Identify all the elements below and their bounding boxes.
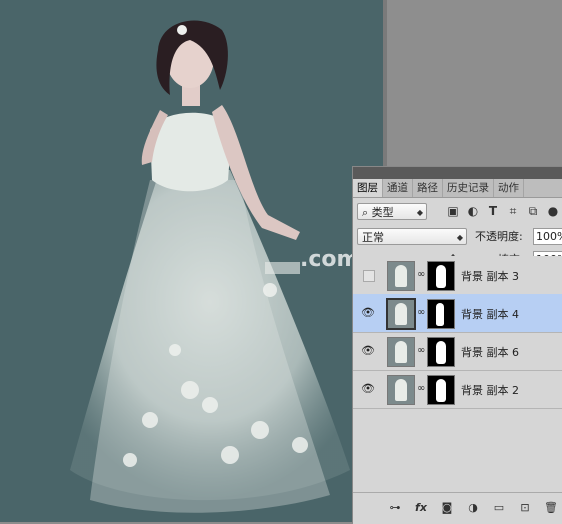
layer-row-selected[interactable]: 👁︎ ∞ 背景 副本 4 [353, 294, 562, 333]
trash-icon[interactable]: 🗑︎ [543, 501, 559, 515]
eye-icon[interactable]: 👁︎ [361, 306, 375, 320]
tab-channels[interactable]: 通道 [383, 179, 413, 197]
layers-panel: 图层 通道 路径 历史记录 动作 ⌕ 类型 ◆ ▣ ◐ T ⌗ ⧉ ● 正常 ◆ 不… [352, 166, 562, 524]
eye-icon[interactable]: 👁︎ [361, 382, 375, 396]
eye-icon[interactable]: 👁︎ [361, 344, 375, 358]
tab-paths[interactable]: 路径 [413, 179, 443, 197]
layer-list[interactable]: ∞ 背景 副本 3 👁︎ ∞ 背景 副本 4 👁︎ ∞ 背景 副本 6 👁︎ ∞… [353, 256, 562, 492]
layer-mask-thumbnail[interactable] [427, 375, 455, 405]
layer-row[interactable]: ∞ 背景 副本 3 [353, 256, 562, 295]
document-canvas[interactable]: .com [0, 0, 383, 522]
tab-actions[interactable]: 动作 [494, 179, 524, 197]
adjustment-layer-icon[interactable]: ◑ [465, 501, 481, 515]
layer-mask-thumbnail[interactable] [427, 299, 455, 329]
layer-thumbnail[interactable] [387, 337, 415, 367]
opacity-input[interactable]: 100% [533, 228, 562, 245]
filter-smart-object-icon[interactable]: ⧉ [525, 203, 541, 219]
filter-row: ⌕ 类型 ◆ ▣ ◐ T ⌗ ⧉ ● [353, 198, 562, 224]
filter-shape-icon[interactable]: ⌗ [505, 203, 521, 219]
layer-name[interactable]: 背景 副本 4 [461, 306, 519, 322]
layer-name[interactable]: 背景 副本 3 [461, 268, 519, 284]
tab-history[interactable]: 历史记录 [443, 179, 494, 197]
visibility-toggle-off[interactable] [363, 270, 375, 282]
filter-toggle-icon[interactable]: ● [545, 203, 561, 219]
filter-pixel-icon[interactable]: ▣ [445, 203, 461, 219]
opacity-label: 不透明度: [475, 230, 523, 243]
search-icon: ⌕ [362, 206, 372, 219]
new-layer-icon[interactable]: ⊡ [517, 501, 533, 515]
link-layers-icon[interactable]: ⊶ [387, 501, 403, 515]
layer-thumbnail[interactable] [387, 261, 415, 291]
chain-link-icon[interactable]: ∞ [417, 269, 425, 280]
layer-name[interactable]: 背景 副本 6 [461, 344, 519, 360]
chain-link-icon[interactable]: ∞ [417, 307, 425, 318]
tab-layers[interactable]: 图层 [353, 179, 383, 197]
filter-type-icon[interactable]: T [485, 203, 501, 219]
filter-type-label: 类型 [371, 206, 394, 219]
layer-thumbnail[interactable] [387, 375, 415, 405]
add-mask-icon[interactable]: ◙ [439, 501, 455, 515]
panel-grip[interactable] [353, 167, 562, 179]
filter-type-select[interactable]: ⌕ 类型 ◆ [357, 203, 427, 220]
new-group-icon[interactable]: ▭ [491, 501, 507, 515]
chain-link-icon[interactable]: ∞ [417, 383, 425, 394]
photo-bride: .com [70, 20, 359, 513]
chain-link-icon[interactable]: ∞ [417, 345, 425, 356]
layers-toolbar: ⊶ fx ◙ ◑ ▭ ⊡ 🗑︎ [353, 492, 562, 524]
blend-row: 正常◆ 不透明度: 100% [353, 224, 562, 250]
layer-mask-thumbnail[interactable] [427, 261, 455, 291]
blend-mode-select[interactable]: 正常 ◆ [357, 228, 467, 245]
watermark-text: .com [300, 247, 359, 272]
filter-adjustment-icon[interactable]: ◐ [465, 203, 481, 219]
layer-name[interactable]: 背景 副本 2 [461, 382, 519, 398]
blend-mode-value: 正常 [362, 231, 384, 244]
layer-thumbnail[interactable] [386, 298, 416, 330]
layer-row[interactable]: 👁︎ ∞ 背景 副本 2 [353, 370, 562, 409]
layer-row[interactable]: 👁︎ ∞ 背景 副本 6 [353, 332, 562, 371]
panel-tabs: 图层 通道 路径 历史记录 动作 [353, 179, 562, 198]
layer-mask-thumbnail[interactable] [427, 337, 455, 367]
fx-icon[interactable]: fx [413, 501, 429, 515]
